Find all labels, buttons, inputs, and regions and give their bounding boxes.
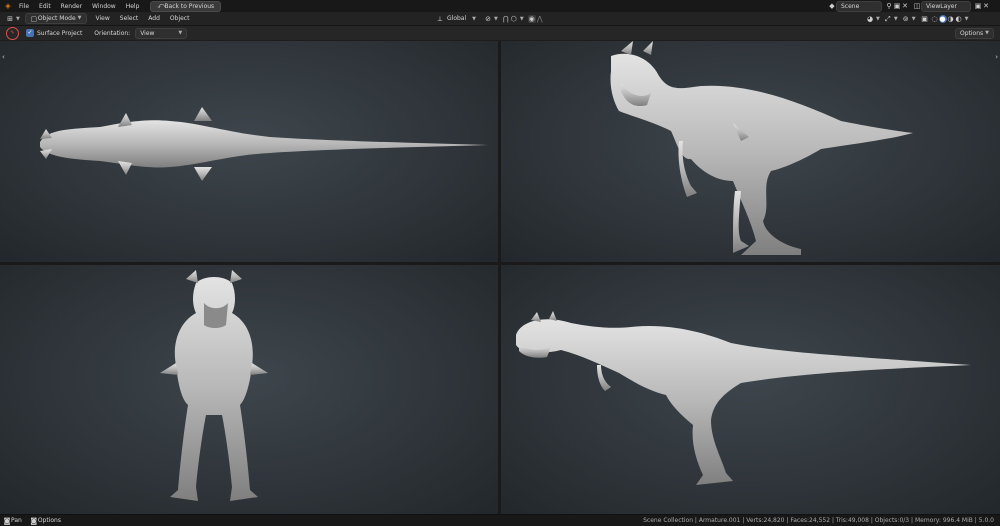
surface-project-label: Surface Project: [37, 29, 83, 37]
transform-orientation-icon: ⟂: [437, 14, 443, 23]
viewport-front-view[interactable]: [0, 265, 498, 515]
mouse-right-icon: ◙: [30, 516, 38, 525]
chevron-down-icon: ▼: [77, 15, 82, 21]
view-layer-icon: ◫: [913, 2, 921, 10]
viewport-divider-vertical[interactable]: [498, 41, 501, 515]
object-mode-icon: ▢: [30, 14, 38, 23]
dinosaur-model-perspective-view[interactable]: [501, 41, 1000, 262]
menu-add[interactable]: Add: [143, 15, 165, 22]
remove-scene-icon[interactable]: ✕: [901, 2, 909, 10]
view-layer-field[interactable]: ViewLayer: [921, 0, 971, 12]
menu-view[interactable]: View: [91, 15, 115, 22]
back-to-previous-label: Back to Previous: [164, 2, 215, 10]
viewport-top-view[interactable]: ‹: [0, 41, 498, 262]
main-menu: File Edit Render Window Help: [14, 3, 144, 10]
dinosaur-model-front-view[interactable]: [0, 265, 498, 515]
options-hint: Options: [37, 517, 61, 524]
status-bar: ◙ Pan ◙ Options Scene Collection | Armat…: [0, 514, 1000, 526]
magnet-icon[interactable]: ⋂: [502, 15, 510, 23]
scene-statistics: Scene Collection | Armature.001 | Verts:…: [643, 517, 994, 524]
remove-view-layer-icon[interactable]: ✕: [982, 2, 990, 10]
orientation-value: View: [140, 29, 155, 37]
viewport-perspective-view[interactable]: ›: [501, 41, 1000, 262]
orientation-label: Orientation:: [94, 29, 131, 37]
gizmo-icon[interactable]: ⤢: [884, 15, 892, 23]
dinosaur-model-right-view[interactable]: [501, 265, 1000, 515]
options-label: Options: [959, 29, 984, 37]
back-icon: ⤺: [157, 2, 165, 10]
proportional-edit-icon[interactable]: ◉: [527, 14, 536, 23]
falloff-icon[interactable]: ⋀: [536, 15, 544, 23]
chevron-down-icon: ▼: [876, 15, 880, 22]
menu-object[interactable]: Object: [165, 15, 195, 22]
top-bar: ◈ File Edit Render Window Help ⤺ Back to…: [0, 0, 1000, 12]
chevron-down-icon: ▼: [472, 15, 476, 22]
scroll-right-icon[interactable]: ›: [995, 53, 998, 61]
options-dropdown[interactable]: Options ▼: [954, 27, 994, 39]
snap-target-icon[interactable]: ⬡: [510, 15, 518, 23]
viewport-header: ⊞ ▼ ▢ Object Mode ▼ View Select Add Objec…: [0, 12, 1000, 26]
scene-field[interactable]: Scene: [836, 0, 882, 12]
rendered-shading-icon[interactable]: ◐: [955, 15, 963, 23]
visibility-icon[interactable]: ◕: [866, 15, 874, 23]
new-view-layer-icon[interactable]: ▣: [974, 2, 982, 10]
chevron-down-icon: ▼: [985, 29, 989, 36]
overlays-icon[interactable]: ⊚: [902, 15, 910, 23]
menu-help[interactable]: Help: [121, 3, 145, 10]
new-scene-icon[interactable]: ▣: [893, 2, 901, 10]
editor-type-icon[interactable]: ⊞: [6, 15, 14, 23]
chevron-down-icon: ▼: [178, 29, 183, 36]
view-layer-label: ViewLayer: [926, 2, 957, 10]
material-shading-icon[interactable]: ◑: [947, 15, 955, 23]
wireframe-shading-icon[interactable]: ◌: [931, 15, 939, 23]
tool-options-bar: ✎ ✓ Surface Project Orientation: View ▼ …: [0, 26, 1000, 40]
sphere-icon[interactable]: ●: [938, 14, 947, 23]
chevron-down-icon: ▼: [911, 15, 916, 22]
checkbox-checked-icon[interactable]: ✓: [26, 29, 34, 37]
chevron-down-icon: ▼: [16, 15, 20, 22]
viewport-right-view[interactable]: [501, 265, 1000, 515]
annotate-tool-icon[interactable]: ✎: [6, 26, 19, 40]
orientation-dropdown[interactable]: View ▼: [135, 27, 188, 39]
chevron-down-icon: ▼: [964, 15, 969, 22]
mode-label: Object Mode: [37, 15, 76, 22]
chevron-down-icon: ▼: [494, 15, 498, 22]
pin-icon[interactable]: ⚲: [885, 2, 893, 10]
menu-file[interactable]: File: [14, 3, 34, 10]
mode-selector[interactable]: ▢ Object Mode ▼: [24, 13, 87, 24]
menu-edit[interactable]: Edit: [34, 3, 56, 10]
blender-logo-icon[interactable]: ◈: [4, 2, 12, 10]
chevron-down-icon: ▼: [893, 15, 898, 22]
surface-project-toggle[interactable]: ✓ Surface Project: [26, 29, 82, 37]
viewport-divider-horizontal[interactable]: [0, 262, 1000, 265]
xray-icon[interactable]: ▣: [921, 15, 929, 23]
menu-window[interactable]: Window: [87, 3, 121, 10]
pan-hint: Pan: [11, 517, 22, 524]
scene-icon: ◆: [829, 2, 835, 10]
scene-label: Scene: [841, 2, 860, 10]
menu-render[interactable]: Render: [56, 3, 87, 10]
pivot-icon[interactable]: ⊘: [484, 15, 492, 23]
menu-select[interactable]: Select: [115, 15, 144, 22]
transform-orientation-value[interactable]: Global: [447, 15, 466, 22]
chevron-down-icon: ▼: [519, 15, 524, 22]
scroll-left-icon[interactable]: ‹: [2, 53, 5, 61]
dinosaur-model-top-view[interactable]: [0, 41, 498, 262]
mouse-middle-icon: ◙: [3, 516, 11, 525]
back-to-previous-button[interactable]: ⤺ Back to Previous: [150, 0, 222, 12]
